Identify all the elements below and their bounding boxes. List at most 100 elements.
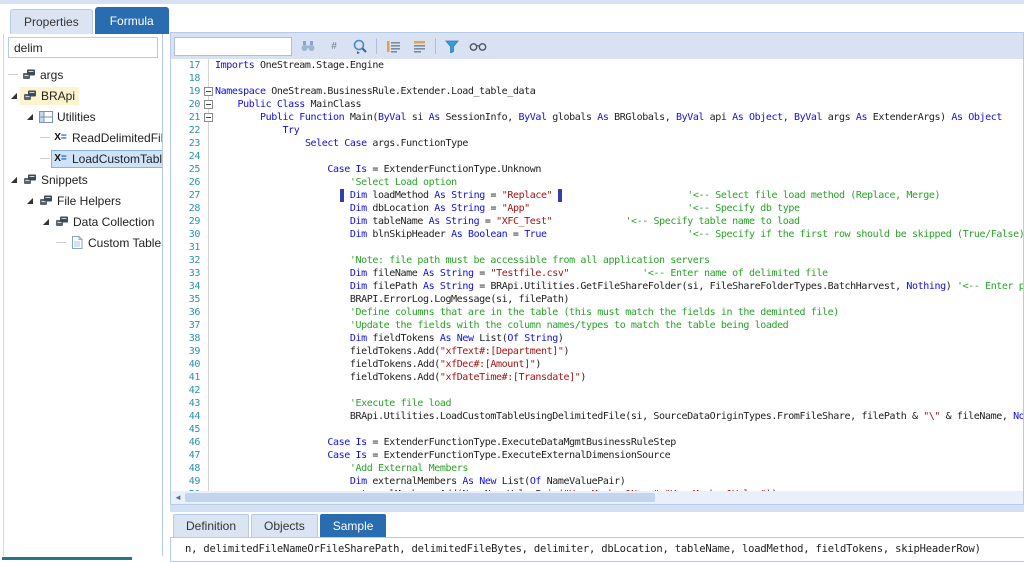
line-number: 41	[171, 371, 203, 384]
editor-toolbar: #	[171, 33, 1023, 59]
tree-item-args[interactable]: args	[4, 64, 162, 85]
fold-margin	[203, 410, 215, 423]
tree-item-loadcustomtableu[interactable]: X= LoadCustomTableU	[4, 148, 162, 169]
code-line-29: 29 Dim tableName As String = "XFC_Test" …	[171, 215, 1023, 228]
line-number: 37	[171, 319, 203, 332]
code-line-36: 36 'Define columns that are in the table…	[171, 306, 1023, 319]
tree-item-readdelimitedfileta[interactable]: X=ReadDelimitedFileTa	[4, 127, 162, 148]
tree-item-snippets[interactable]: ◢ Snippets	[4, 169, 162, 190]
line-number: 39	[171, 345, 203, 358]
fold-margin	[203, 189, 215, 202]
fold-margin	[203, 475, 215, 488]
code-line-31: 31	[171, 241, 1023, 254]
fold-margin	[203, 124, 215, 137]
tab-objects[interactable]: Objects	[251, 514, 318, 537]
namespace-icon	[21, 68, 36, 82]
expander-icon[interactable]: ◢	[8, 175, 20, 184]
line-number: 18	[171, 72, 203, 85]
collapse-box-icon[interactable]	[204, 87, 213, 96]
filter-icon[interactable]	[442, 37, 462, 55]
line-number: 31	[171, 241, 203, 254]
table-icon	[38, 110, 53, 124]
expander-icon[interactable]: ◢	[24, 112, 36, 121]
panel-splitter[interactable]	[170, 505, 1024, 512]
fold-margin	[203, 150, 215, 163]
line-number: 46	[171, 436, 203, 449]
tab-sample[interactable]: Sample	[320, 514, 387, 537]
tree-item-label: Data Collection	[73, 215, 154, 229]
indent-icon[interactable]	[383, 37, 403, 55]
line-number: 26	[171, 176, 203, 189]
fold-margin	[203, 436, 215, 449]
code-line-20: 20 Public Class MainClass	[171, 98, 1023, 111]
code-line-27: 27 Dim loadMethod As String = "Replace" …	[171, 189, 1023, 202]
line-number: 34	[171, 280, 203, 293]
tree-item-data-collection[interactable]: ◢ Data Collection	[4, 211, 162, 232]
bottom-tabs: Definition Objects Sample	[173, 515, 386, 537]
line-number: 32	[171, 254, 203, 267]
line-number: 42	[171, 384, 203, 397]
code-line-47: 47 Case Is = ExtenderFunctionType.Execut…	[171, 449, 1023, 462]
fold-margin	[203, 72, 215, 85]
window-top-strip	[0, 0, 1024, 4]
fold-margin[interactable]	[203, 98, 215, 111]
tree-item-utilities[interactable]: ◢ Utilities	[4, 106, 162, 127]
scroll-left-arrow-icon[interactable]: ◄	[171, 493, 185, 502]
code-line-43: 43 'Execute file load	[171, 397, 1023, 410]
fold-margin	[203, 228, 215, 241]
fold-margin	[203, 241, 215, 254]
code-line-35: 35 BRAPI.ErrorLog.LogMessage(si, filePat…	[171, 293, 1023, 306]
editor-search-input[interactable]	[174, 37, 292, 56]
fold-margin[interactable]	[203, 85, 215, 98]
find-binoculars-icon[interactable]	[298, 37, 318, 55]
horizontal-scrollbar[interactable]: ◄	[171, 491, 1023, 504]
tab-properties[interactable]: Properties	[10, 9, 93, 34]
code-line-26: 26 'Select Load option	[171, 176, 1023, 189]
expander-icon[interactable]: ◢	[24, 196, 36, 205]
scrollbar-thumb[interactable]	[185, 493, 655, 502]
code-editor[interactable]: 17Imports OneStream.Stage.Engine1819Name…	[171, 59, 1023, 491]
code-line-21: 21 Public Function Main(ByVal si As Sess…	[171, 111, 1023, 124]
outdent-icon[interactable]	[409, 37, 429, 55]
line-number-icon[interactable]: #	[324, 37, 344, 55]
window-edge-artifact	[2, 557, 132, 560]
expander-icon[interactable]: ◢	[8, 91, 20, 100]
tree-item-custom-table-lo[interactable]: Custom Table Lo	[4, 232, 162, 253]
method-icon: X=	[53, 152, 68, 166]
fold-margin[interactable]	[203, 111, 215, 124]
line-number: 25	[171, 163, 203, 176]
tree-item-label: Snippets	[41, 173, 88, 187]
code-line-46: 46 Case Is = ExtenderFunctionType.Execut…	[171, 436, 1023, 449]
zoom-search-icon[interactable]	[350, 37, 370, 55]
line-number: 22	[171, 124, 203, 137]
line-number: 27	[171, 189, 203, 202]
namespace-icon	[54, 215, 69, 229]
code-line-34: 34 Dim filePath As String = BRApi.Utilit…	[171, 280, 1023, 293]
tree-item-label: Custom Table Lo	[88, 236, 162, 250]
code-line-23: 23 Select Case args.FunctionType	[171, 137, 1023, 150]
tree-item-label: LoadCustomTableU	[72, 152, 162, 166]
code-line-17: 17Imports OneStream.Stage.Engine	[171, 59, 1023, 72]
fold-margin	[203, 137, 215, 150]
tab-formula[interactable]: Formula	[95, 7, 169, 34]
code-line-41: 41 fieldTokens.Add("xfDateTime#:[Transda…	[171, 371, 1023, 384]
line-number: 43	[171, 397, 203, 410]
tree-item-label: args	[40, 68, 63, 82]
fold-margin	[203, 397, 215, 410]
formula-editor-panel: # 17Imports OneStream.Stage.Engine1819Na…	[170, 32, 1024, 505]
line-number: 20	[171, 98, 203, 111]
code-line-18: 18	[171, 72, 1023, 85]
collapse-box-icon[interactable]	[204, 100, 213, 109]
tree-item-brapi[interactable]: ◢BRApi	[4, 85, 162, 106]
code-line-48: 48 'Add External Members	[171, 462, 1023, 475]
collapse-box-icon[interactable]	[204, 113, 213, 122]
fold-margin	[203, 345, 215, 358]
tree-item-file-helpers[interactable]: ◢File Helpers	[4, 190, 162, 211]
tab-definition[interactable]: Definition	[173, 514, 249, 537]
fold-margin	[203, 384, 215, 397]
tree-search-input[interactable]	[8, 37, 158, 58]
tree-item-label: Utilities	[57, 110, 96, 124]
fold-margin	[203, 293, 215, 306]
expander-icon[interactable]: ◢	[40, 217, 52, 226]
glasses-icon[interactable]	[468, 37, 488, 55]
